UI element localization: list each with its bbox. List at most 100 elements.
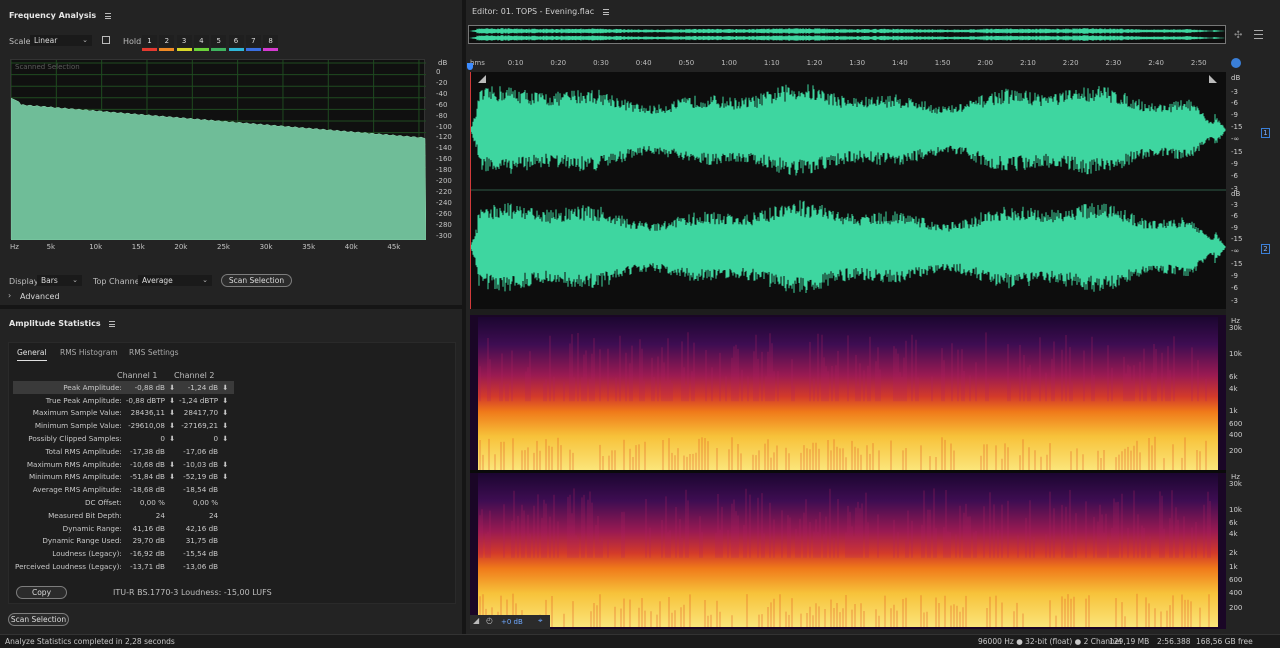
time-tick-label: 0:50 — [678, 59, 695, 67]
stats-row-label: True Peak Amplitude: — [45, 395, 122, 405]
stats-row-filler — [230, 419, 234, 432]
hz-tick-label: Hz — [10, 243, 19, 251]
ruler-settings-icon[interactable] — [1231, 58, 1241, 68]
db-tick-label: -15 — [1231, 148, 1243, 156]
hz-tick-label: 30k — [259, 243, 273, 251]
top-channel-select-value: Average — [142, 276, 173, 285]
hold-label: Hold: — [123, 37, 144, 46]
chevron-down-icon: ⌄ — [82, 36, 88, 44]
hold-button-1[interactable]: 1 — [142, 35, 157, 47]
time-tick-label: 2:00 — [977, 59, 994, 67]
db-tick-label: -9 — [1231, 272, 1238, 280]
hold-button-6[interactable]: 6 — [228, 35, 244, 47]
db-tick-label: -3 — [1231, 297, 1238, 305]
locate-marker-icon[interactable]: ⬇ — [167, 419, 177, 432]
hold-button-4[interactable]: 4 — [193, 35, 209, 47]
stats-value-channel-1: 0,00 % — [139, 498, 165, 508]
hz-tick-label: 4k — [1229, 530, 1238, 538]
hz-tick-label: 5k — [46, 243, 56, 251]
time-tick-label: 1:50 — [934, 59, 951, 67]
stats-value-channel-2: 31,75 dB — [185, 536, 219, 546]
scan-selection-button[interactable]: Scan Selection — [8, 613, 69, 626]
db-tick-label: -6 — [1231, 212, 1238, 220]
hold-button-3[interactable]: 3 — [176, 35, 192, 47]
locate-marker-icon[interactable]: ⬇ — [166, 381, 177, 394]
locate-marker-icon[interactable]: ⬇ — [167, 394, 177, 407]
panel-menu-icon[interactable] — [109, 320, 116, 327]
time-tick-label: 1:30 — [849, 59, 866, 67]
stats-row-label: Minimum Sample Value: — [34, 421, 122, 431]
scale-options-icon[interactable] — [102, 36, 110, 44]
stats-row-filler — [230, 535, 234, 548]
hz-tick-label: 200 — [1229, 604, 1243, 612]
tab-rms-settings[interactable]: RMS Settings — [129, 348, 179, 357]
clock-icon[interactable]: ◴ — [486, 616, 493, 625]
locate-marker-icon[interactable]: ⬇ — [220, 471, 230, 484]
locate-marker-icon[interactable]: ⬇ — [167, 407, 177, 420]
pin-icon[interactable]: ⌖ — [538, 616, 543, 626]
db-tick-label: -100 — [436, 122, 452, 131]
stats-row-filler — [230, 458, 234, 471]
stats-value-channel-2: -52,19 dB — [183, 472, 219, 482]
locate-marker-icon[interactable]: ⬇ — [220, 432, 230, 445]
db-tick-label: -3 — [1231, 88, 1238, 96]
hold-button-2[interactable]: 2 — [159, 35, 175, 47]
channel-2-badge[interactable]: 2 — [1261, 244, 1270, 254]
panel-menu-icon[interactable] — [602, 8, 609, 15]
hz-tick-label: 40k — [344, 243, 358, 251]
panel-menu-icon[interactable] — [104, 12, 111, 19]
time-tick-label: 1:20 — [806, 59, 823, 67]
time-tick-label: 2:40 — [1148, 59, 1164, 67]
stats-row-label: Possibly Clipped Samples: — [28, 434, 122, 444]
channel-1-badge[interactable]: 1 — [1261, 128, 1270, 138]
stats-row-filler — [230, 547, 234, 560]
hz-tick-label: 15k — [131, 243, 145, 251]
hold-color-swatch — [193, 48, 209, 51]
hold-button-7[interactable]: 7 — [245, 35, 261, 47]
locate-marker-icon[interactable]: ⬇ — [167, 432, 177, 445]
scan-selection-button[interactable]: Scan Selection — [221, 274, 292, 287]
stats-row: True Peak Amplitude: -0,88 dBTP ⬇ -1,24 dBT… — [13, 394, 234, 407]
tab-general[interactable]: General — [17, 348, 47, 361]
volume-value[interactable]: +0 dB — [501, 618, 523, 626]
time-ruler[interactable]: hms 0:10 0:20 0:30 0:40 0:50 1:00 1:10 1:20 1:30 1… — [468, 56, 1226, 71]
spectrogram-view[interactable] — [470, 315, 1226, 629]
db-tick-label: -∞ — [1231, 247, 1240, 255]
stats-row-label: Measured Bit Depth: — [48, 510, 122, 520]
scale-select[interactable]: Linear ⌄ — [30, 35, 92, 46]
top-channel-select[interactable]: Average ⌄ — [138, 275, 212, 286]
stats-row: Total RMS Amplitude: -17,38 dB -17,06 dB — [13, 445, 234, 458]
locate-marker-icon[interactable]: ⬇ — [167, 458, 177, 471]
locate-marker-icon[interactable]: ⬇ — [220, 419, 230, 432]
locate-marker-icon[interactable]: ⬇ — [220, 458, 230, 471]
waveform-view[interactable] — [470, 72, 1226, 309]
spacer — [220, 483, 230, 496]
zoom-icon[interactable]: ✣ — [1234, 30, 1242, 41]
db-axis-unit: dB — [1231, 74, 1241, 82]
copy-button[interactable]: Copy — [16, 586, 67, 599]
tab-rms-histogram[interactable]: RMS Histogram — [60, 348, 118, 357]
locate-marker-icon[interactable]: ⬇ — [220, 381, 231, 394]
stats-row-label: Dynamic Range: — [62, 523, 122, 533]
hold-color-swatch — [245, 48, 261, 51]
hold-button-5[interactable]: 5 — [211, 35, 227, 47]
stats-row-filler — [230, 483, 234, 496]
stats-row-label: Peak Amplitude: — [13, 381, 124, 394]
app-window: Frequency Analysis Scale: Linear ⌄ Hold: … — [0, 0, 1280, 648]
db-axis-unit: dB — [438, 59, 448, 67]
playhead-marker-icon[interactable] — [467, 63, 473, 70]
db-tick-label: -∞ — [1231, 135, 1240, 143]
zoom-menu-icon[interactable] — [1254, 30, 1263, 39]
locate-marker-icon[interactable]: ⬇ — [167, 471, 177, 484]
locate-marker-icon[interactable]: ⬇ — [220, 407, 230, 420]
stats-row: Dynamic Range Used: 29,70 dB 31,75 dB — [13, 535, 234, 548]
hold-button-8[interactable]: 8 — [263, 35, 279, 47]
display-select[interactable]: Bars ⌄ — [37, 275, 82, 286]
hz-tick-label: 400 — [1229, 431, 1243, 439]
overview-navigator[interactable] — [468, 25, 1226, 44]
level-meter-icon[interactable]: ◢ — [473, 616, 479, 625]
chevron-right-icon[interactable]: › — [8, 291, 11, 300]
advanced-toggle[interactable]: Advanced — [20, 292, 60, 301]
locate-marker-icon[interactable]: ⬇ — [220, 394, 230, 407]
db-tick-label: -3 — [1231, 185, 1238, 193]
